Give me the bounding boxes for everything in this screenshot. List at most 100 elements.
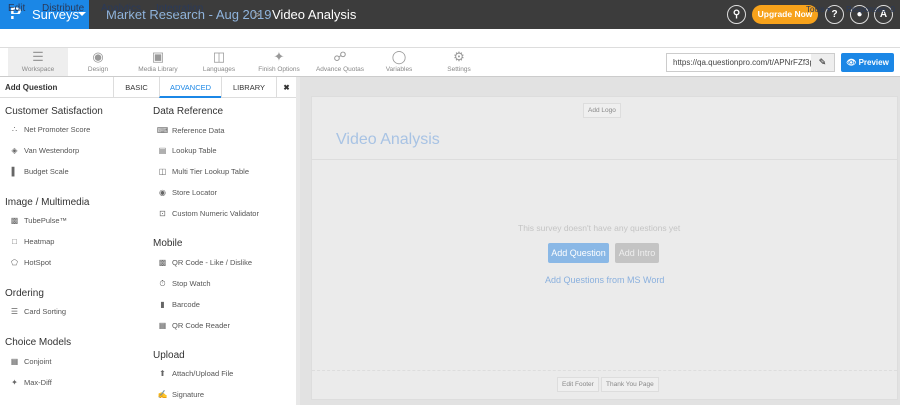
translate-icon: ◫	[212, 49, 226, 64]
responses-count[interactable]: Responses: 0	[846, 5, 895, 14]
add-logo-button[interactable]: Add Logo	[583, 103, 621, 118]
tab-basic[interactable]: BASIC	[113, 77, 159, 98]
item-net-promoter-score[interactable]: ∴ Net Promoter Score	[8, 125, 90, 134]
heading-choice-models: Choice Models	[5, 337, 72, 348]
stopwatch-icon: ⏱	[159, 279, 166, 288]
item-label: Reference Data	[172, 126, 225, 135]
nav-analytics[interactable]: Analytics	[101, 3, 141, 14]
tool-design[interactable]: ◉ Design	[73, 48, 123, 76]
barcode-icon: ▮	[160, 300, 165, 309]
grid-icon: ▦	[10, 357, 19, 366]
item-label: Heatmap	[24, 237, 55, 246]
map-pin-icon: ◉	[159, 188, 166, 197]
item-label: QR Code Reader	[172, 321, 230, 330]
tool-media-library[interactable]: ▣ Media Library	[133, 48, 183, 76]
tool-label: Settings	[447, 66, 471, 73]
item-stop-watch[interactable]: ⏱ Stop Watch	[156, 279, 210, 289]
edit-footer-button[interactable]: Edit Footer	[557, 377, 599, 392]
item-qr-code-reader[interactable]: ▦ QR Code Reader	[156, 321, 230, 330]
item-tubepulse[interactable]: ▩ TubePulse™	[8, 216, 67, 225]
gear-icon: ⚙	[453, 49, 465, 64]
item-reference-data[interactable]: ⌨ Reference Data	[156, 126, 225, 135]
tool-settings[interactable]: ⚙ Settings	[434, 48, 484, 76]
item-label: Multi Tier Lookup Table	[172, 167, 249, 176]
heading-image-multimedia: Image / Multimedia	[5, 197, 90, 208]
survey-title[interactable]: Video Analysis	[336, 131, 440, 149]
list-icon: ☰	[32, 49, 44, 64]
palette-icon: ◉	[92, 49, 104, 64]
search-icon[interactable]: ⚲	[727, 5, 746, 24]
item-lookup-table[interactable]: ▤ Lookup Table	[156, 146, 217, 155]
tool-finish-options[interactable]: ✦ Finish Options	[253, 48, 305, 76]
item-heatmap[interactable]: □ Heatmap	[8, 237, 54, 246]
item-label: HotSpot	[24, 258, 52, 267]
tag-icon: ◯	[391, 49, 407, 64]
item-signature[interactable]: ✍ Signature	[156, 390, 205, 399]
panel-header: Add Question BASIC ADVANCED LIBRARY ✖	[0, 77, 296, 98]
item-multi-tier-lookup-table[interactable]: ◫ Multi Tier Lookup Table	[156, 167, 249, 176]
item-label: Attach/Upload File	[172, 369, 234, 378]
tab-library[interactable]: LIBRARY	[221, 77, 276, 98]
tools-menu[interactable]: Tools ▾	[806, 5, 831, 14]
qr-icon: ▩	[158, 258, 167, 267]
item-hotspot[interactable]: ⬠ HotSpot	[8, 258, 51, 267]
tool-label: Languages	[202, 66, 236, 73]
item-label: QR Code - Like / Dislike	[172, 258, 253, 267]
signature-icon: ✍	[157, 390, 168, 399]
survey-url-field[interactable]: https://qa.questionpro.com/t/APNrFZf3p	[666, 53, 835, 72]
nav-distribute[interactable]: Distribute	[42, 3, 84, 14]
close-icon[interactable]: ✖	[276, 77, 296, 98]
thank-you-page-button[interactable]: Thank You Page	[601, 377, 659, 392]
tool-label: Finish Options	[258, 66, 300, 73]
tool-languages[interactable]: ◫ Languages	[194, 48, 244, 76]
image-icon: ▣	[151, 49, 165, 64]
item-label: Budget Scale	[24, 167, 69, 176]
upload-icon: ⬆	[159, 369, 166, 378]
add-question-button[interactable]: Add Question	[548, 243, 609, 263]
bar-chart-icon: ▌	[11, 167, 18, 176]
preview-button[interactable]: 👁 Preview	[841, 53, 894, 72]
link-icon: ☍	[333, 49, 347, 64]
item-label: Store Locator	[172, 188, 218, 197]
item-label: TubePulse™	[24, 216, 68, 225]
tool-workspace[interactable]: ☰ Workspace	[8, 48, 68, 76]
breadcrumb-current: Video Analysis	[272, 7, 357, 22]
list-icon: ☰	[10, 307, 19, 316]
tool-variables[interactable]: ◯ Variables	[374, 48, 424, 76]
price-tag-icon: ◈	[11, 146, 18, 155]
item-label: Lookup Table	[172, 146, 217, 155]
item-label: Card Sorting	[24, 307, 67, 316]
item-budget-scale[interactable]: ▌ Budget Scale	[8, 167, 69, 176]
tab-advanced[interactable]: ADVANCED	[159, 77, 221, 98]
survey-card: Add Logo Video Analysis This survey does…	[311, 96, 898, 400]
item-van-westendorp[interactable]: ◈ Van Westendorp	[8, 146, 79, 155]
add-intro-button[interactable]: Add Intro	[615, 243, 659, 263]
tiers-icon: ◫	[158, 167, 167, 176]
heading-data-reference: Data Reference	[153, 106, 224, 117]
pencil-icon[interactable]: ✎	[811, 54, 834, 71]
item-label: Custom Numeric Validator	[172, 209, 259, 218]
item-conjoint[interactable]: ▦ Conjoint	[8, 357, 52, 366]
item-card-sorting[interactable]: ☰ Card Sorting	[8, 307, 66, 316]
item-qr-like-dislike[interactable]: ▩ QR Code - Like / Dislike	[156, 258, 252, 267]
preview-label: Preview	[858, 58, 889, 67]
item-label: Conjoint	[24, 357, 52, 366]
panel-title: Add Question	[5, 83, 58, 92]
item-label: Net Promoter Score	[24, 125, 91, 134]
video-icon: ▩	[10, 216, 19, 225]
table-icon: ▤	[158, 146, 167, 155]
tool-advance-quotas[interactable]: ☍ Advance Quotas	[313, 48, 367, 76]
empty-message: This survey doesn't have any questions y…	[518, 223, 681, 233]
main-nav	[0, 29, 900, 48]
nav-integration[interactable]: Integration	[156, 3, 203, 14]
nav-edit[interactable]: Edit	[8, 3, 26, 16]
item-custom-numeric-validator[interactable]: ⊡ Custom Numeric Validator	[156, 209, 259, 218]
add-from-word-link[interactable]: Add Questions from MS Word	[545, 275, 664, 285]
item-store-locator[interactable]: ◉ Store Locator	[156, 188, 217, 197]
item-max-diff[interactable]: ✦ Max-Diff	[8, 378, 52, 387]
item-attach-upload-file[interactable]: ⬆ Attach/Upload File	[156, 369, 233, 378]
heatmap-icon: □	[12, 237, 17, 246]
validator-icon: ⊡	[159, 209, 166, 218]
tool-label: Design	[87, 66, 109, 73]
item-barcode[interactable]: ▮ Barcode	[156, 300, 200, 309]
